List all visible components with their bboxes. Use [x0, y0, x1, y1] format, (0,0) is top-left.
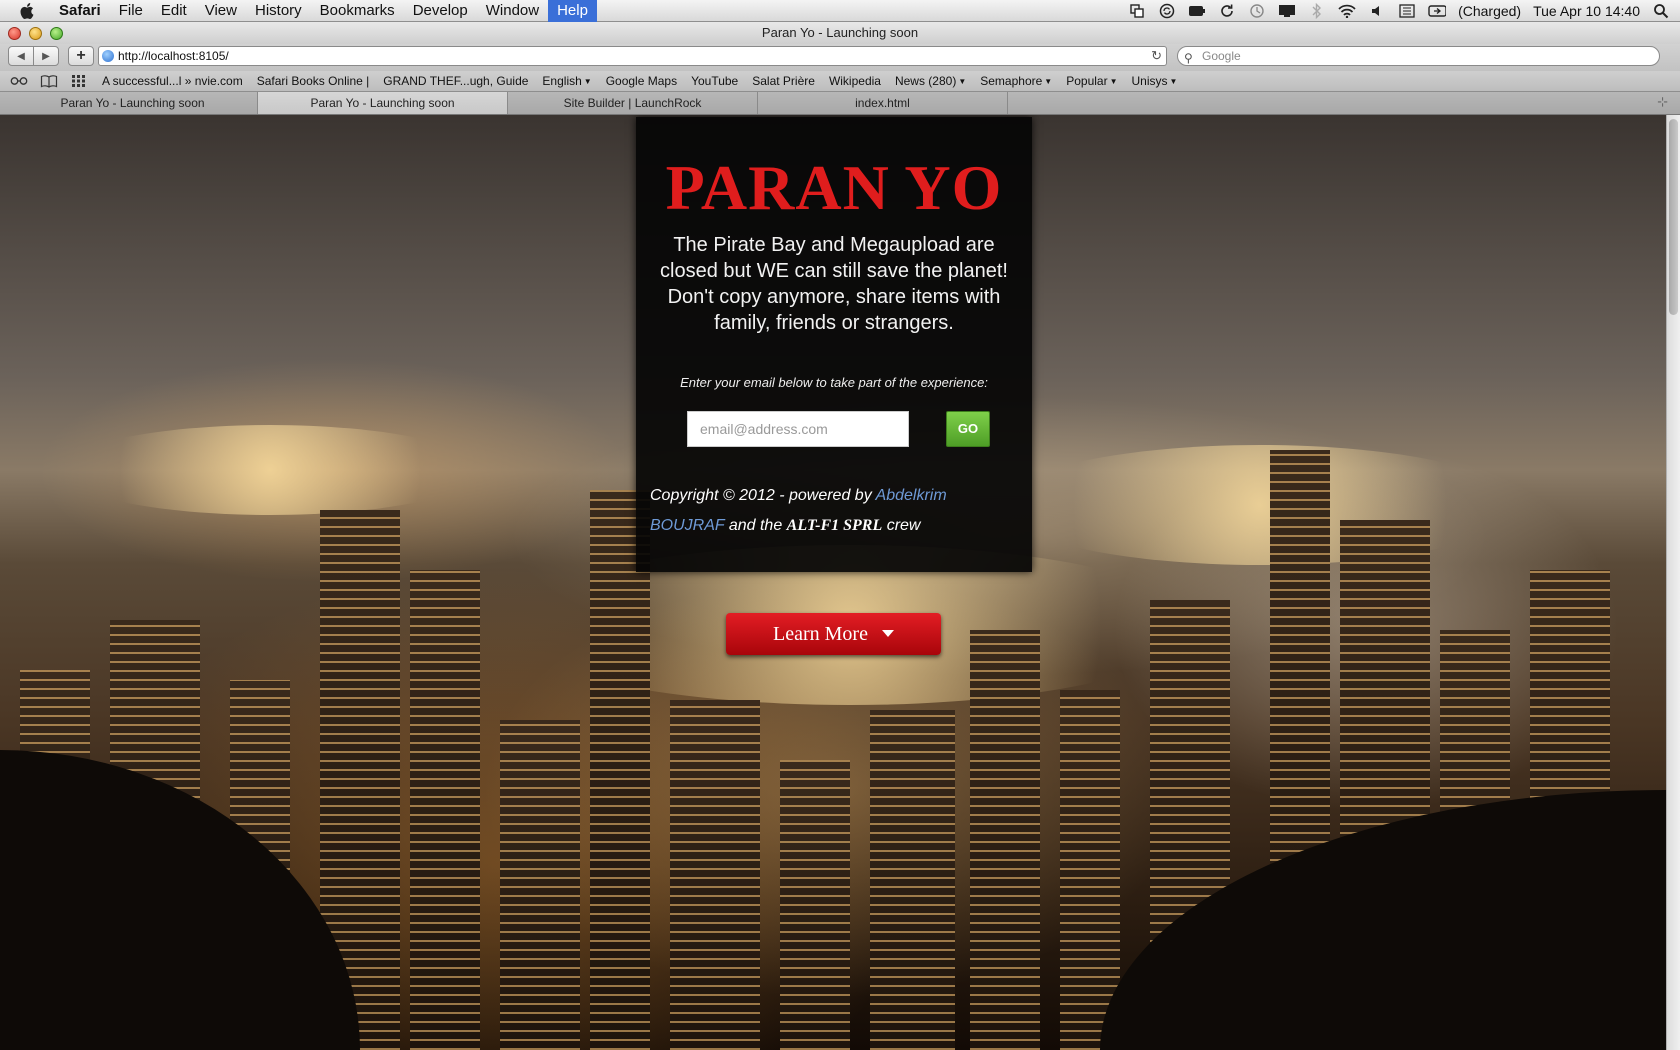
- copyright-suffix: crew: [882, 517, 921, 534]
- menu-help[interactable]: Help: [548, 0, 597, 22]
- back-arrow-icon: ◀: [17, 50, 25, 62]
- learn-more-button[interactable]: Learn More: [726, 613, 941, 655]
- bookmark-item[interactable]: YouTube: [691, 74, 738, 88]
- menu-file[interactable]: File: [110, 0, 152, 22]
- zoom-window-button[interactable]: [50, 27, 63, 40]
- apple-menu-icon[interactable]: [18, 2, 36, 20]
- bluetooth-icon[interactable]: [1308, 3, 1326, 19]
- sync-circle-icon[interactable]: [1158, 3, 1176, 19]
- bookmark-folder-label: English: [542, 74, 582, 88]
- top-sites-grid-icon[interactable]: [68, 73, 90, 89]
- menu-view[interactable]: View: [196, 0, 246, 22]
- bookmark-folder-label: News (280): [894, 74, 957, 88]
- wifi-icon[interactable]: [1338, 3, 1356, 19]
- email-prompt: Enter your email below to take part of t…: [680, 375, 988, 390]
- battery-icon[interactable]: [1428, 3, 1447, 19]
- tab[interactable]: index.html: [758, 92, 1008, 114]
- tab-active[interactable]: Paran Yo - Launching soon: [258, 92, 508, 114]
- learn-more-label: Learn More: [773, 623, 868, 645]
- battery-status: (Charged): [1458, 3, 1522, 19]
- bookmark-item[interactable]: Wikipedia: [829, 74, 881, 88]
- signup-card: PARAN YO The Pirate Bay and Megaupload a…: [636, 117, 1032, 572]
- bookmark-folder-label: Unisys: [1131, 74, 1168, 88]
- bookmark-folder-label: Semaphore: [980, 74, 1043, 88]
- brand-title: PARAN YO: [665, 152, 1003, 223]
- email-field[interactable]: [687, 411, 909, 447]
- company-name: ALT-F1 SPRL: [786, 517, 883, 534]
- time-machine-icon[interactable]: [1248, 3, 1266, 19]
- browser-toolbar: ◀ ▶ + http://localhost:8105/ ↻ ⚲: [0, 44, 1680, 71]
- bookmarks-bar: A successful...l » nvie.com Safari Books…: [0, 71, 1680, 92]
- bookmark-item[interactable]: A successful...l » nvie.com: [102, 74, 243, 88]
- page-viewport: PARAN YO The Pirate Bay and Megaupload a…: [0, 115, 1666, 1050]
- address-text[interactable]: http://localhost:8105/: [118, 47, 229, 65]
- bookmark-item[interactable]: Salat Prière: [752, 74, 815, 88]
- search-input[interactable]: [1202, 48, 1642, 64]
- spotlight-search-icon[interactable]: [1652, 3, 1670, 19]
- menu-window[interactable]: Window: [477, 0, 548, 22]
- bookmark-folder[interactable]: Unisys ▼: [1132, 74, 1178, 88]
- tab[interactable]: Paran Yo - Launching soon: [8, 92, 258, 114]
- menu-bookmarks[interactable]: Bookmarks: [311, 0, 404, 22]
- chevron-down-icon: ▼: [958, 77, 967, 86]
- chevron-down-icon: ▼: [1109, 77, 1118, 86]
- menubar-clock[interactable]: Tue Apr 10 14:40: [1533, 3, 1640, 19]
- menu-history[interactable]: History: [246, 0, 311, 22]
- back-button[interactable]: ◀: [8, 46, 34, 66]
- menu-bar: Safari File Edit View History Bookmarks …: [0, 0, 1680, 22]
- vertical-scrollbar[interactable]: [1666, 115, 1680, 1050]
- volume-icon[interactable]: [1368, 3, 1386, 19]
- new-tab-icon[interactable]: ⊹: [1657, 94, 1668, 110]
- address-bar[interactable]: http://localhost:8105/ ↻: [98, 46, 1167, 66]
- chevron-down-icon: ▼: [1169, 77, 1178, 86]
- caret-down-icon: [881, 630, 894, 637]
- menu-edit[interactable]: Edit: [152, 0, 196, 22]
- close-window-button[interactable]: [8, 27, 21, 40]
- battery-small-icon[interactable]: [1188, 3, 1206, 19]
- bookmark-item[interactable]: Safari Books Online |: [257, 74, 370, 88]
- add-bookmark-button[interactable]: +: [68, 46, 94, 66]
- copyright-middle: and the: [724, 517, 787, 534]
- display-icon[interactable]: [1278, 3, 1296, 19]
- copyright-prefix: Copyright © 2012 - powered by: [650, 487, 876, 504]
- menu-safari[interactable]: Safari: [50, 0, 110, 22]
- copyright-text: Copyright © 2012 - powered by Abdelkrim …: [650, 481, 1020, 541]
- forward-arrow-icon: ▶: [42, 50, 50, 62]
- window-tile-icon[interactable]: [1128, 3, 1146, 19]
- bookmark-folder[interactable]: Popular ▼: [1066, 74, 1117, 88]
- menu-develop[interactable]: Develop: [404, 0, 477, 22]
- scrollbar-thumb[interactable]: [1669, 119, 1678, 315]
- window-title: Paran Yo - Launching soon: [761, 25, 919, 40]
- keyboard-input-icon[interactable]: [1398, 3, 1416, 19]
- reading-list-icon[interactable]: [8, 73, 30, 89]
- bookmark-item[interactable]: GRAND THEF...ugh, Guide: [383, 74, 528, 88]
- forward-button[interactable]: ▶: [33, 46, 59, 66]
- refresh-icon[interactable]: [1218, 3, 1236, 19]
- tagline: The Pirate Bay and Megaupload are closed…: [660, 234, 1008, 334]
- tab-bar: Paran Yo - Launching soon Paran Yo - Lau…: [0, 92, 1680, 115]
- go-button[interactable]: GO: [946, 411, 990, 447]
- search-icon: ⚲: [1184, 51, 1193, 65]
- bookmarks-book-icon[interactable]: [38, 73, 60, 89]
- tab[interactable]: Site Builder | LaunchRock: [508, 92, 758, 114]
- bookmark-item[interactable]: Google Maps: [606, 74, 677, 88]
- bookmark-folder[interactable]: English ▼: [542, 74, 591, 88]
- window-title-bar: Paran Yo - Launching soon: [0, 22, 1680, 44]
- menu-extras: (Charged) Tue Apr 10 14:40: [1122, 0, 1680, 22]
- bookmark-folder[interactable]: News (280) ▼: [895, 74, 966, 88]
- minimize-window-button[interactable]: [29, 27, 42, 40]
- chevron-down-icon: ▼: [583, 77, 592, 86]
- reload-icon[interactable]: ↻: [1151, 47, 1162, 65]
- plus-icon: +: [76, 47, 86, 64]
- globe-icon: [102, 50, 114, 62]
- chevron-down-icon: ▼: [1044, 77, 1053, 86]
- bookmark-folder-label: Popular: [1066, 74, 1108, 88]
- search-bar[interactable]: ⚲: [1177, 46, 1660, 66]
- bookmark-folder[interactable]: Semaphore ▼: [980, 74, 1052, 88]
